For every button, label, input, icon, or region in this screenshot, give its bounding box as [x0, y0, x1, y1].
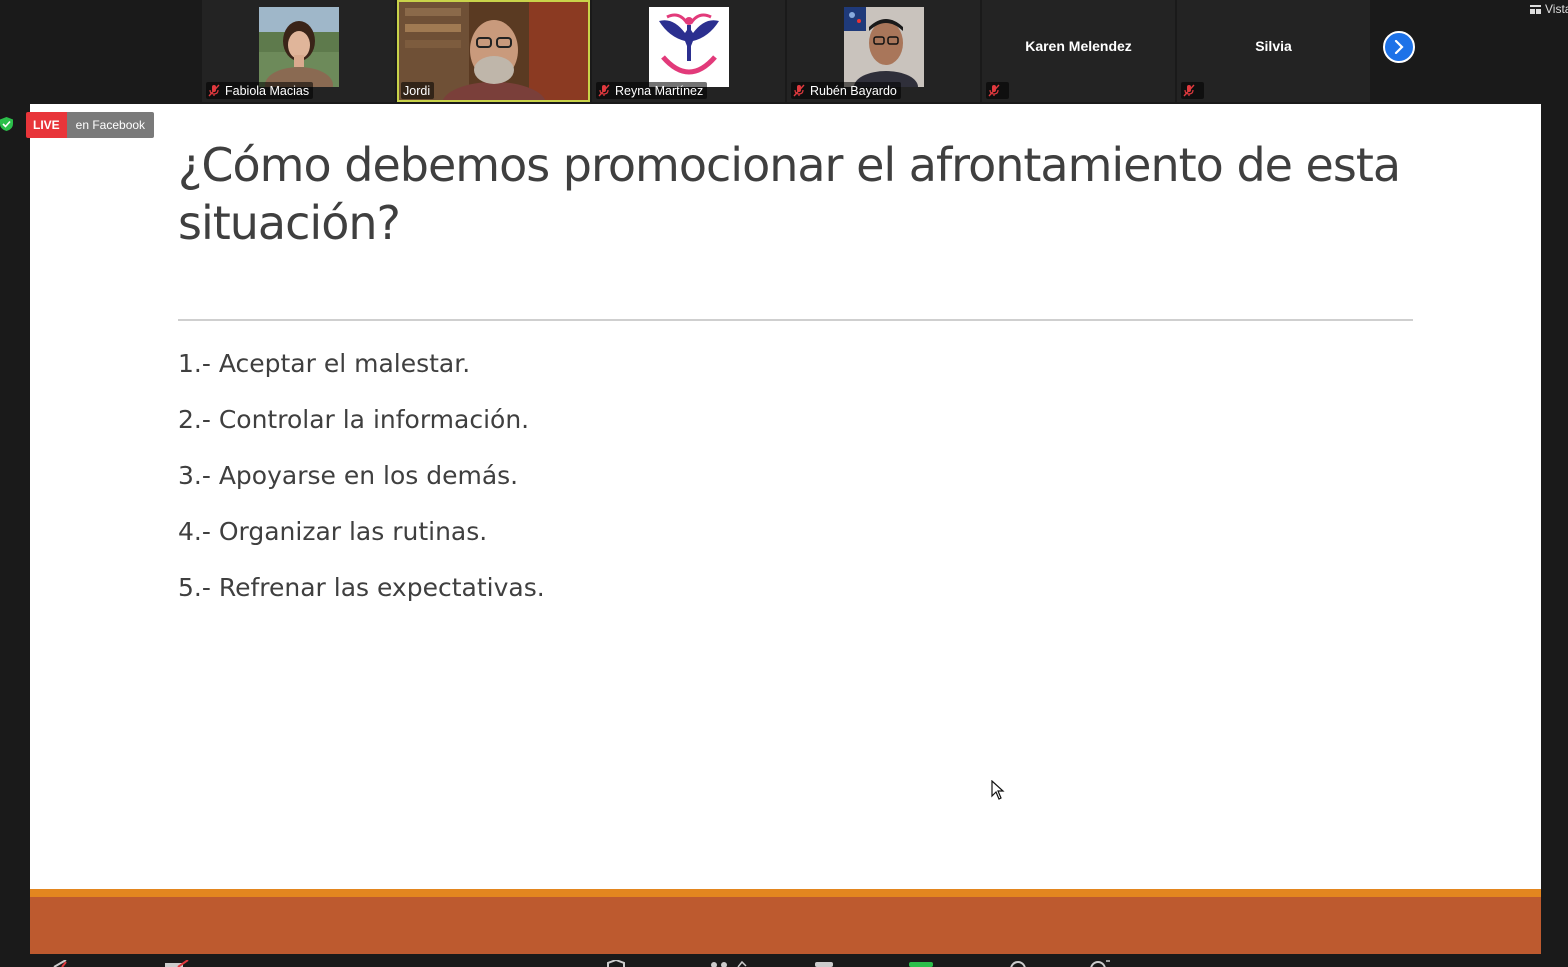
mute-mic-icon[interactable]	[52, 960, 68, 967]
slide-list: 1.- Aceptar el malestar. 2.- Controlar l…	[178, 336, 545, 616]
live-label: LIVE	[26, 112, 67, 138]
participant-strip: Fabiola Macias Jordi Reyna Martínez Rubé…	[0, 0, 1568, 104]
mouse-cursor-icon	[991, 780, 1005, 800]
participant-name: Karen Melendez	[1025, 38, 1132, 54]
participant-name: Silvia	[1255, 38, 1292, 54]
participant-label: Rubén Bayardo	[791, 82, 901, 99]
slide-title: ¿Cómo debemos promocionar el afrontamien…	[178, 138, 1401, 250]
chat-icon[interactable]	[814, 960, 834, 967]
participant-name: Rubén Bayardo	[810, 83, 897, 98]
participant-photo	[259, 7, 339, 87]
participant-label: Reyna Martínez	[596, 82, 708, 99]
slide-list-item: 1.- Aceptar el malestar.	[178, 349, 471, 378]
view-button[interactable]: Vista	[1530, 2, 1568, 16]
reactions-icon[interactable]	[1088, 960, 1112, 967]
participant-name: Reyna Martínez	[615, 83, 704, 98]
video-camera-icon[interactable]	[164, 960, 190, 967]
slide-list-item: 5.- Refrenar las expectativas.	[178, 573, 545, 602]
participant-photo	[844, 7, 924, 87]
participant-tile-fabiola[interactable]: Fabiola Macias	[202, 0, 395, 102]
participant-tile-ruben[interactable]: Rubén Bayardo	[787, 0, 980, 102]
participant-tile-karen[interactable]: Karen Melendez	[982, 0, 1175, 102]
view-button-label: Vista	[1545, 2, 1568, 16]
security-icon[interactable]	[604, 960, 626, 967]
slide-footer-accent	[30, 889, 1541, 897]
muted-mic-icon	[988, 84, 1000, 97]
meeting-toolbar	[0, 954, 1568, 967]
slide-divider	[178, 319, 1413, 321]
psicologia-logo	[649, 7, 729, 87]
live-destination: en Facebook	[66, 112, 155, 138]
participant-tile-jordi[interactable]: Jordi	[397, 0, 590, 102]
slide-list-item: 2.- Controlar la información.	[178, 405, 530, 434]
grid-view-icon	[1530, 4, 1541, 14]
participant-label: Jordi	[401, 82, 435, 99]
participant-tile-silvia[interactable]: Silvia	[1177, 0, 1370, 102]
participant-tile-reyna[interactable]: Reyna Martínez	[592, 0, 785, 102]
participants-icon[interactable]	[708, 960, 748, 967]
muted-mic-icon	[598, 84, 610, 97]
live-badge[interactable]: LIVE en Facebook	[26, 112, 155, 138]
shield-check-icon	[0, 117, 13, 131]
muted-mic-icon	[793, 84, 805, 97]
participant-label	[986, 82, 1009, 99]
participant-name: Fabiola Macias	[225, 83, 310, 98]
share-screen-icon[interactable]	[908, 960, 934, 967]
participant-label	[1181, 82, 1204, 99]
participant-name: Jordi	[403, 83, 431, 98]
muted-mic-icon	[208, 84, 220, 97]
record-icon[interactable]	[1008, 960, 1028, 967]
next-participants-button[interactable]	[1383, 31, 1415, 63]
slide-list-item: 4.- Organizar las rutinas.	[178, 517, 488, 546]
participant-label: Fabiola Macias	[206, 82, 314, 99]
muted-mic-icon	[1183, 84, 1195, 97]
slide-list-item: 3.- Apoyarse en los demás.	[178, 461, 519, 490]
slide-footer-band	[30, 897, 1541, 954]
shared-slide: ¿Cómo debemos promocionar el afrontamien…	[30, 104, 1541, 954]
chevron-right-icon	[1394, 40, 1404, 54]
